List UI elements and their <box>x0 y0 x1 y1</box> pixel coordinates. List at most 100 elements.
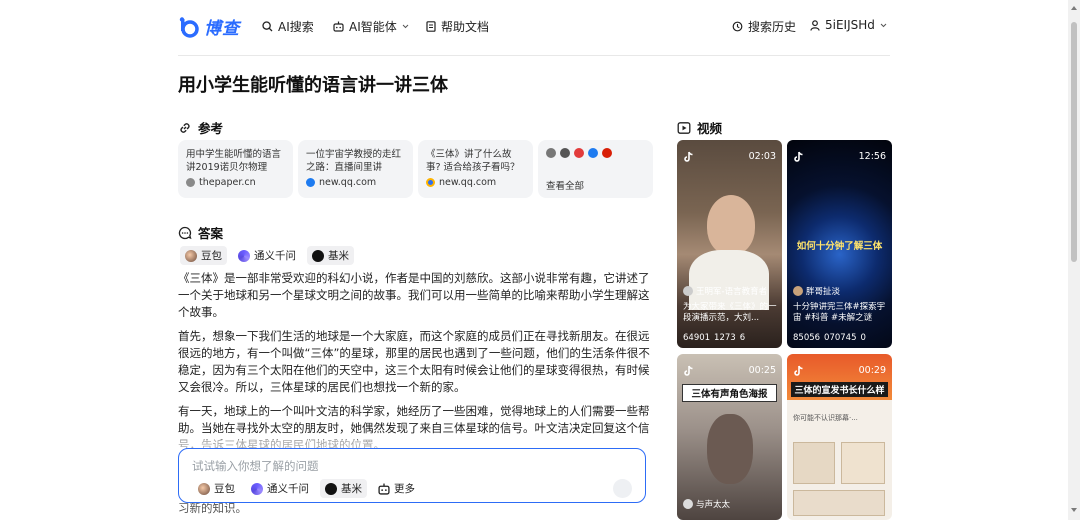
input-model-kimi[interactable]: 基米 <box>320 479 367 498</box>
references-heading-label: 参考 <box>198 121 224 136</box>
chevron-down-icon <box>402 24 409 29</box>
video-duration: 12:56 <box>858 151 886 162</box>
douyin-icon <box>794 151 803 162</box>
video-author-name: 王明军-语言教育者 <box>696 287 768 297</box>
top-header: 博查 AI搜索 AI智能体 帮助文档 搜索历史 5iEIJSHd <box>0 0 1068 56</box>
logo-b-icon <box>178 16 200 38</box>
nav-ai-agent[interactable]: AI智能体 <box>333 18 409 35</box>
thepaper-icon <box>560 148 570 158</box>
search-icon <box>262 21 273 32</box>
question-input[interactable]: 试试输入你想了解的问题 <box>192 458 319 474</box>
douyin-icon <box>684 365 693 376</box>
model-tab-kimi[interactable]: 基米 <box>307 246 354 265</box>
username: 5iEIJSHd <box>825 18 875 32</box>
video-author: 王明军-语言教育者 <box>683 285 767 297</box>
video-description: 为大家带来《三体》的一段演播示范，大刘... <box>683 302 777 323</box>
answer-paragraph: 首先，想象一下我们生活的地球是一个大家庭，而这个家庭的成员们正在寻找新朋友。在很… <box>178 329 650 394</box>
answer-model-tabs: 豆包 通义千问 基米 <box>180 246 354 265</box>
chevron-down-icon <box>880 23 887 27</box>
author-avatar <box>683 286 693 296</box>
kimi-icon <box>325 482 337 495</box>
video-thumbnail-shirt <box>689 250 769 310</box>
nav-help-docs-label: 帮助文档 <box>441 20 490 34</box>
link-icon <box>180 122 190 133</box>
video-author-name: 与声太太 <box>696 500 731 510</box>
send-button[interactable] <box>613 479 632 498</box>
reference-source-label: thepaper.cn <box>199 177 256 188</box>
input-model-label: 通义千问 <box>267 483 309 495</box>
references-heading: 参考 <box>178 118 223 137</box>
reference-source: new.qq.com <box>426 177 525 188</box>
model-tab-label: 基米 <box>328 250 349 262</box>
video-stats: 85056 070745 0 <box>793 333 888 343</box>
user-menu[interactable]: 5iEIJSHd <box>810 18 887 32</box>
nav-ai-search-label: AI搜索 <box>278 20 314 34</box>
nav-ai-search[interactable]: AI搜索 <box>262 18 314 35</box>
video-author: 与声太太 <box>683 498 730 510</box>
nav-search-history-label: 搜索历史 <box>748 20 797 34</box>
video-card[interactable]: 12:56 如何十分钟了解三体 胖哥扯淡 十分钟讲完三体#探索宇宙 #科普 #未… <box>787 140 892 348</box>
video-card[interactable]: 02:03 王明军-语言教育者 为大家带来《三体》的一段演播示范，大刘... 6… <box>677 140 782 348</box>
video-overlay-title: 如何十分钟了解三体 <box>796 241 883 252</box>
video-duration: 02:03 <box>748 151 776 162</box>
doubao-avatar-icon <box>198 482 210 495</box>
history-icon <box>732 21 743 32</box>
comment-count: 6 <box>739 333 746 343</box>
input-model-label: 豆包 <box>214 483 235 495</box>
reference-card[interactable]: 《三体》讲了什么故事? 适合给孩子看吗？还有... new.qq.com <box>418 140 533 198</box>
douyin-icon <box>794 365 803 376</box>
scroll-up-arrow-icon[interactable] <box>1071 6 1077 10</box>
answer-content: 《三体》是一部非常受欢迎的科幻小说，作者是中国的刘慈欣。这部小说非常有趣，它讲述… <box>178 270 653 461</box>
input-model-tongyi[interactable]: 通义千问 <box>246 479 314 498</box>
input-model-more[interactable]: 更多 <box>373 479 420 498</box>
reference-title: 一位宇宙学教授的走红之路：直播间里讲《三... <box>306 149 402 173</box>
video-card[interactable]: 三体有声角色海报 00:25 与声太太 <box>677 354 782 520</box>
weibo-icon <box>574 148 584 158</box>
like-count: 1273 <box>714 333 736 343</box>
author-avatar <box>793 286 803 296</box>
robot-icon <box>333 21 344 32</box>
nav-help-docs[interactable]: 帮助文档 <box>426 18 489 35</box>
view-count: 85056 <box>793 333 821 343</box>
video-duration: 00:29 <box>858 365 886 376</box>
model-tab-doubao[interactable]: 豆包 <box>180 246 227 265</box>
model-tab-tongyi[interactable]: 通义千问 <box>233 246 301 265</box>
reference-source: thepaper.cn <box>186 177 285 188</box>
model-tab-label: 豆包 <box>201 250 222 262</box>
scroll-down-arrow-icon[interactable] <box>1071 508 1077 512</box>
question-input-box[interactable]: 试试输入你想了解的问题 豆包 通义千问 基米 更多 <box>178 448 646 503</box>
document-icon <box>426 21 436 32</box>
nav-search-history[interactable]: 搜索历史 <box>732 18 796 35</box>
qq-news-icon <box>306 178 315 187</box>
video-icon <box>677 121 691 134</box>
qq-news-icon <box>588 148 598 158</box>
qq-news-icon <box>426 178 435 187</box>
logo-text: 博查 <box>204 19 240 39</box>
view-all-link[interactable]: 查看全部 <box>546 178 645 192</box>
answer-heading-label: 答案 <box>198 226 224 241</box>
tongyi-icon <box>238 249 250 262</box>
video-overlay-title: 三体的宣发书长什么样 <box>791 382 888 397</box>
logo[interactable]: 博查 <box>178 14 240 39</box>
author-avatar <box>683 499 693 509</box>
video-author: 胖哥扯淡 <box>793 285 840 297</box>
video-duration: 00:25 <box>748 365 776 376</box>
page-scrollbar[interactable] <box>1068 0 1080 520</box>
source-icons <box>546 148 645 158</box>
video-stats: 64901 1273 6 <box>683 333 778 343</box>
input-model-doubao[interactable]: 豆包 <box>193 479 240 498</box>
video-card[interactable]: 三体的宣发书长什么样 你可能不认识那幕·... 00:29 <box>787 354 892 520</box>
reference-title: 《三体》讲了什么故事? 适合给孩子看吗？还有... <box>426 149 520 173</box>
tongyi-icon <box>251 482 263 495</box>
video-description: 十分钟讲完三体#探索宇宙 #科普 #未解之谜 #... <box>793 302 886 323</box>
doubao-avatar-icon <box>185 249 197 262</box>
baidu-icon <box>602 148 612 158</box>
video-thumbnail-person <box>707 195 755 255</box>
nav-ai-agent-label: AI智能体 <box>349 20 397 34</box>
reference-view-all-card[interactable]: 查看全部 <box>538 140 653 198</box>
scrollbar-thumb[interactable] <box>1071 22 1077 262</box>
user-icon <box>810 19 820 31</box>
reference-card[interactable]: 用中学生能听懂的语言讲2019诺贝尔物理奖... thepaper.cn <box>178 140 293 198</box>
page-title: 用小学生能听懂的语言讲一讲三体 <box>178 75 448 96</box>
reference-card[interactable]: 一位宇宙学教授的走红之路：直播间里讲《三... new.qq.com <box>298 140 413 198</box>
